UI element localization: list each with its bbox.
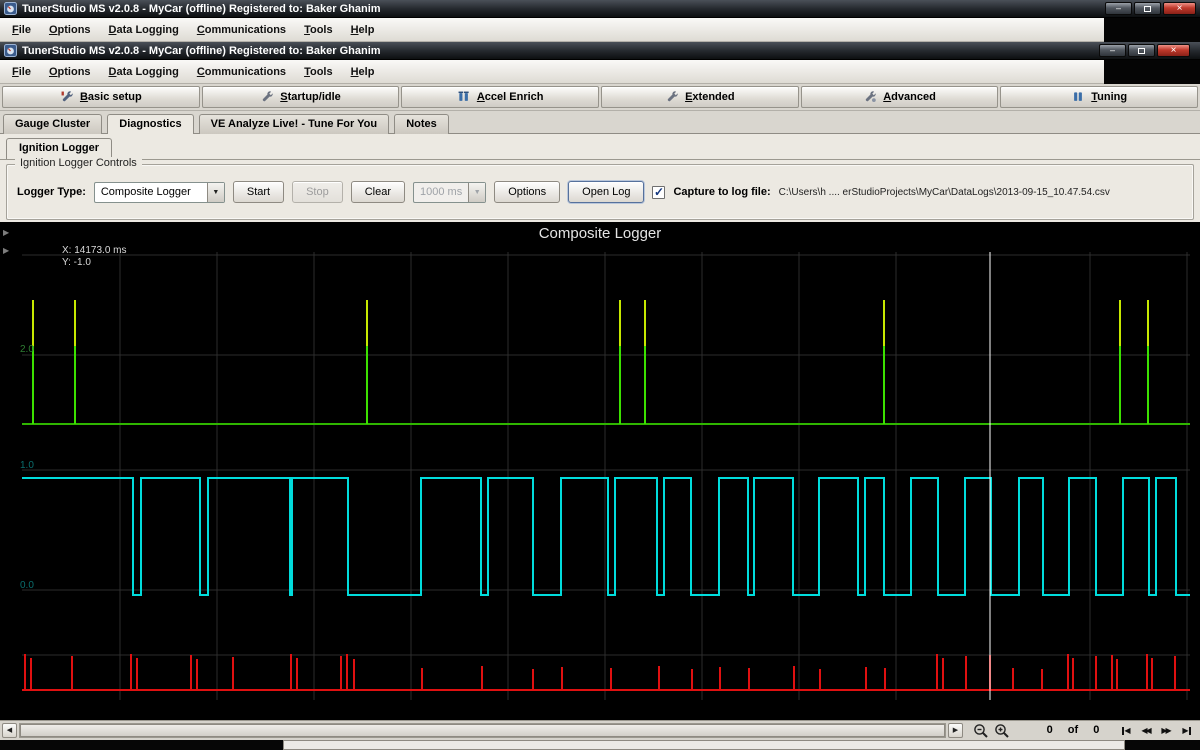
cursor-readout: X: 14173.0 ms Y: -1.0 bbox=[62, 245, 126, 269]
app-icon bbox=[4, 2, 17, 15]
app-icon bbox=[4, 44, 17, 57]
capture-path: C:\Users\h .... erStudioProjects\MyCar\D… bbox=[779, 187, 1110, 198]
playback-controls: ◀ ◀◀ ▶▶ ▶ bbox=[1117, 723, 1196, 738]
piston-icon bbox=[1071, 90, 1085, 104]
main-toolbar: Basic setup Startup/idle Accel Enrich Ex… bbox=[0, 84, 1200, 111]
window-title: TunerStudio MS v2.0.8 - MyCar (offline) … bbox=[22, 45, 381, 57]
zoom-in-button[interactable] bbox=[993, 722, 1011, 740]
chart-scrollbar-thumb[interactable] bbox=[20, 724, 945, 737]
open-log-button[interactable]: Open Log bbox=[568, 181, 644, 203]
chart-canvas[interactable]: 2.0 1.0 0.0 bbox=[0, 222, 1200, 720]
skip-end-button[interactable]: ▶ bbox=[1177, 723, 1196, 738]
menubar-inner: File Options Data Logging Communications… bbox=[0, 60, 1104, 84]
scroll-right-button[interactable]: ▶ bbox=[948, 723, 963, 738]
menu-help[interactable]: Help bbox=[342, 20, 384, 40]
wrench-icon bbox=[665, 90, 679, 104]
svg-text:2.0: 2.0 bbox=[20, 344, 34, 355]
tab-ve-analyze[interactable]: VE Analyze Live! - Tune For You bbox=[199, 114, 389, 134]
chart-title: Composite Logger bbox=[0, 225, 1200, 242]
chart-scrollbar-track[interactable] bbox=[19, 723, 946, 738]
tuning-button[interactable]: Tuning bbox=[1000, 86, 1198, 108]
close-button[interactable]: × bbox=[1163, 2, 1196, 15]
menu-communications[interactable]: Communications bbox=[188, 20, 295, 40]
menu-tools[interactable]: Tools bbox=[295, 62, 342, 82]
tab-gauge-cluster[interactable]: Gauge Cluster bbox=[3, 114, 102, 134]
maximize-button[interactable] bbox=[1134, 2, 1161, 15]
start-button[interactable]: Start bbox=[233, 181, 284, 203]
pump-icon bbox=[457, 90, 471, 104]
composite-logger-chart[interactable]: 2.0 1.0 0.0 Composite Logger X: 14173.0 ms… bbox=[0, 222, 1200, 720]
menu-data-logging[interactable]: Data Logging bbox=[100, 62, 188, 82]
chevron-down-icon: ▼ bbox=[468, 183, 485, 202]
tab-notes[interactable]: Notes bbox=[394, 114, 449, 134]
chart-vertical-scrollbar[interactable]: ▶ ▶ bbox=[0, 222, 14, 720]
background-window-edge bbox=[283, 740, 1125, 750]
menu-tools[interactable]: Tools bbox=[295, 20, 342, 40]
cursor-y-value: Y: -1.0 bbox=[62, 257, 126, 269]
maximize-button[interactable] bbox=[1128, 44, 1155, 57]
advanced-button[interactable]: Advanced bbox=[801, 86, 999, 108]
logger-controls-row: Logger Type: Composite Logger ▼ Start St… bbox=[17, 181, 1110, 203]
menu-data-logging[interactable]: Data Logging bbox=[100, 20, 188, 40]
chevron-down-icon[interactable]: ▼ bbox=[207, 183, 224, 202]
clear-button[interactable]: Clear bbox=[351, 181, 405, 203]
capture-checkbox[interactable] bbox=[652, 186, 665, 199]
scroll-left-button[interactable]: ◀ bbox=[2, 723, 17, 738]
counter-of-label: of bbox=[1068, 724, 1078, 736]
basic-setup-button[interactable]: Basic setup bbox=[2, 86, 200, 108]
menubar-outer: File Options Data Logging Communications… bbox=[0, 18, 1104, 42]
menu-file[interactable]: File bbox=[3, 20, 40, 40]
skip-start-button[interactable]: ◀ bbox=[1117, 723, 1136, 738]
tunerstudio-window: TunerStudio MS v2.0.8 - MyCar (offline) … bbox=[0, 0, 1200, 750]
cursor-x-value: X: 14173.0 ms bbox=[62, 245, 126, 257]
counter-position: 0 bbox=[1047, 724, 1053, 736]
zoom-out-button[interactable] bbox=[972, 722, 990, 740]
menu-file[interactable]: File bbox=[3, 62, 40, 82]
logger-type-label: Logger Type: bbox=[17, 186, 86, 198]
main-tabstrip: Gauge Cluster Diagnostics VE Analyze Liv… bbox=[0, 111, 1200, 134]
accel-enrich-button[interactable]: Accel Enrich bbox=[401, 86, 599, 108]
scroll-down-icon[interactable]: ▶ bbox=[3, 246, 9, 255]
menubar-outer-row: File Options Data Logging Communications… bbox=[0, 18, 1200, 42]
options-button[interactable]: Options bbox=[494, 181, 560, 203]
interval-combobox: 1000 ms ▼ bbox=[413, 182, 486, 203]
interval-value: 1000 ms bbox=[414, 183, 468, 202]
tab-diagnostics[interactable]: Diagnostics bbox=[107, 114, 193, 136]
titlebar-inner: TunerStudio MS v2.0.8 - MyCar (offline) … bbox=[0, 42, 1200, 60]
menu-options[interactable]: Options bbox=[40, 62, 100, 82]
scroll-up-icon[interactable]: ▶ bbox=[3, 228, 9, 237]
close-button[interactable]: × bbox=[1157, 44, 1190, 57]
startup-idle-button[interactable]: Startup/idle bbox=[202, 86, 400, 108]
group-title: Ignition Logger Controls bbox=[15, 157, 142, 169]
menu-communications[interactable]: Communications bbox=[188, 62, 295, 82]
menu-options[interactable]: Options bbox=[40, 20, 100, 40]
wrench-icon bbox=[260, 90, 274, 104]
svg-text:0.0: 0.0 bbox=[20, 580, 34, 591]
counter-total: 0 bbox=[1093, 724, 1099, 736]
sub-tabstrip: Ignition Logger bbox=[0, 138, 1200, 160]
window-title: TunerStudio MS v2.0.8 - MyCar (offline) … bbox=[22, 3, 381, 15]
magnifier-minus-icon bbox=[973, 723, 989, 739]
minimize-button[interactable]: – bbox=[1099, 44, 1126, 57]
capture-label: Capture to log file: bbox=[673, 186, 770, 198]
stop-button: Stop bbox=[292, 181, 343, 203]
minimize-button[interactable]: – bbox=[1105, 2, 1132, 15]
magnifier-plus-icon bbox=[994, 723, 1010, 739]
extended-button[interactable]: Extended bbox=[601, 86, 799, 108]
chart-bottom-bar: ◀ ▶ 0 of 0 ◀ ◀◀ bbox=[0, 720, 1200, 740]
menu-help[interactable]: Help bbox=[342, 62, 384, 82]
rewind-button[interactable]: ◀◀ bbox=[1137, 723, 1156, 738]
ignition-logger-controls-group: Ignition Logger Controls Logger Type: Co… bbox=[6, 164, 1194, 220]
logger-type-combobox[interactable]: Composite Logger ▼ bbox=[94, 182, 225, 203]
gauge-wrench-icon bbox=[60, 90, 74, 104]
frame-counter: 0 of 0 bbox=[1028, 724, 1118, 736]
background-window-strip bbox=[0, 740, 1200, 750]
tab-ignition-logger[interactable]: Ignition Logger bbox=[6, 138, 112, 159]
wrench-icon bbox=[863, 90, 877, 104]
menubar-inner-row: File Options Data Logging Communications… bbox=[0, 60, 1200, 84]
fast-forward-button[interactable]: ▶▶ bbox=[1157, 723, 1176, 738]
logger-type-value: Composite Logger bbox=[95, 183, 207, 202]
titlebar-outer: TunerStudio MS v2.0.8 - MyCar (offline) … bbox=[0, 0, 1200, 18]
svg-text:1.0: 1.0 bbox=[20, 460, 34, 471]
